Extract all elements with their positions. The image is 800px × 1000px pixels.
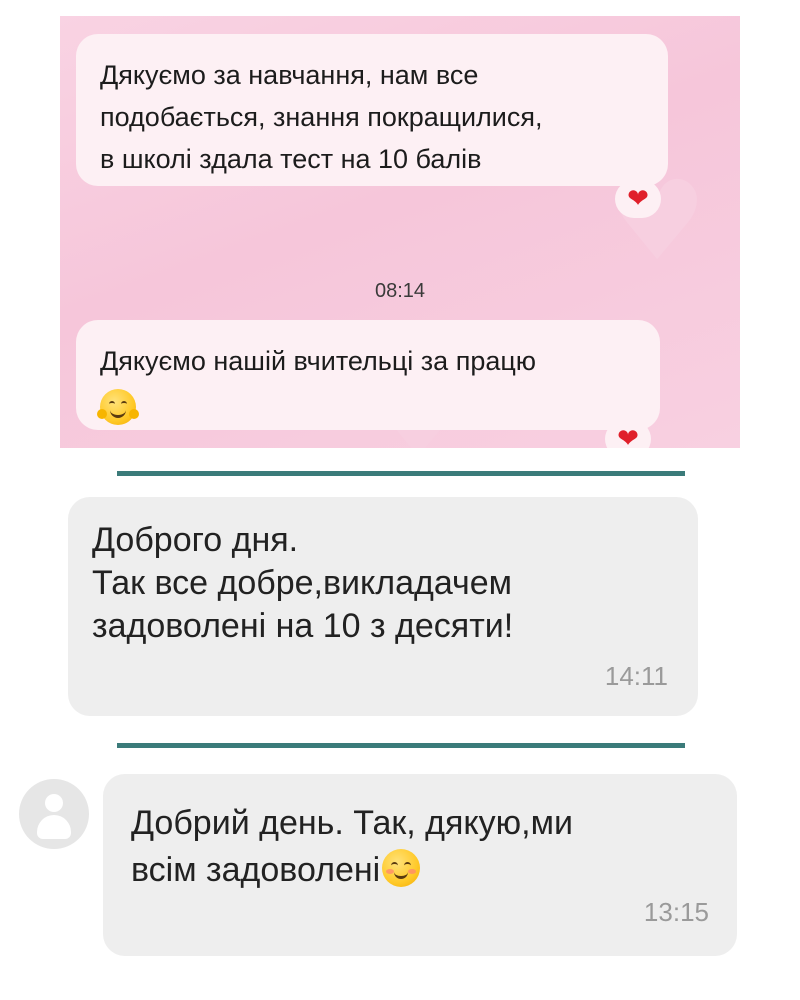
divider	[117, 471, 685, 476]
message-text: в школі здала тест на 10 балів	[100, 144, 482, 174]
smiling-face-emoji-icon	[382, 849, 421, 887]
message-bubble[interactable]: Дякуємо за навчання, нам все подобається…	[76, 34, 668, 186]
heart-icon: ❤	[617, 424, 639, 448]
pink-chat-screenshot: ♥ ♥ Дякуємо за навчання, нам все подобає…	[60, 16, 740, 448]
message-time: 08:14	[374, 280, 426, 302]
divider	[117, 743, 685, 748]
heart-reaction[interactable]: ❤	[605, 420, 651, 448]
heart-icon: ❤	[627, 184, 649, 214]
message-bubble[interactable]: Добрий день. Так, дякую,ми всім задоволе…	[103, 774, 737, 956]
avatar[interactable]	[19, 779, 89, 849]
heart-reaction[interactable]: ❤	[615, 180, 661, 218]
hugging-face-emoji-icon	[97, 388, 139, 425]
message-bubble[interactable]: Доброго дня. Так все добре,викладачем за…	[68, 497, 698, 716]
user-body-icon	[37, 815, 71, 839]
message-text: Так все добре,викладачем	[92, 564, 513, 602]
user-head-icon	[45, 794, 63, 812]
message-text: Дякуємо нашій вчительці за працю	[100, 346, 537, 376]
message-text: задоволені на 10 з десяти!	[92, 607, 514, 645]
message-text: подобається, знання покращилися,	[100, 102, 543, 132]
message-time: 13:15	[643, 897, 709, 927]
message-bubble[interactable]: Дякуємо нашій вчительці за працю	[76, 320, 660, 430]
message-text: всім задоволені	[131, 851, 381, 889]
message-text: Дякуємо за навчання, нам все	[100, 60, 479, 90]
message-time: 14:11	[604, 661, 668, 691]
message-text: Доброго дня.	[92, 521, 299, 559]
message-text: Добрий день. Так, дякую,ми	[131, 804, 573, 842]
